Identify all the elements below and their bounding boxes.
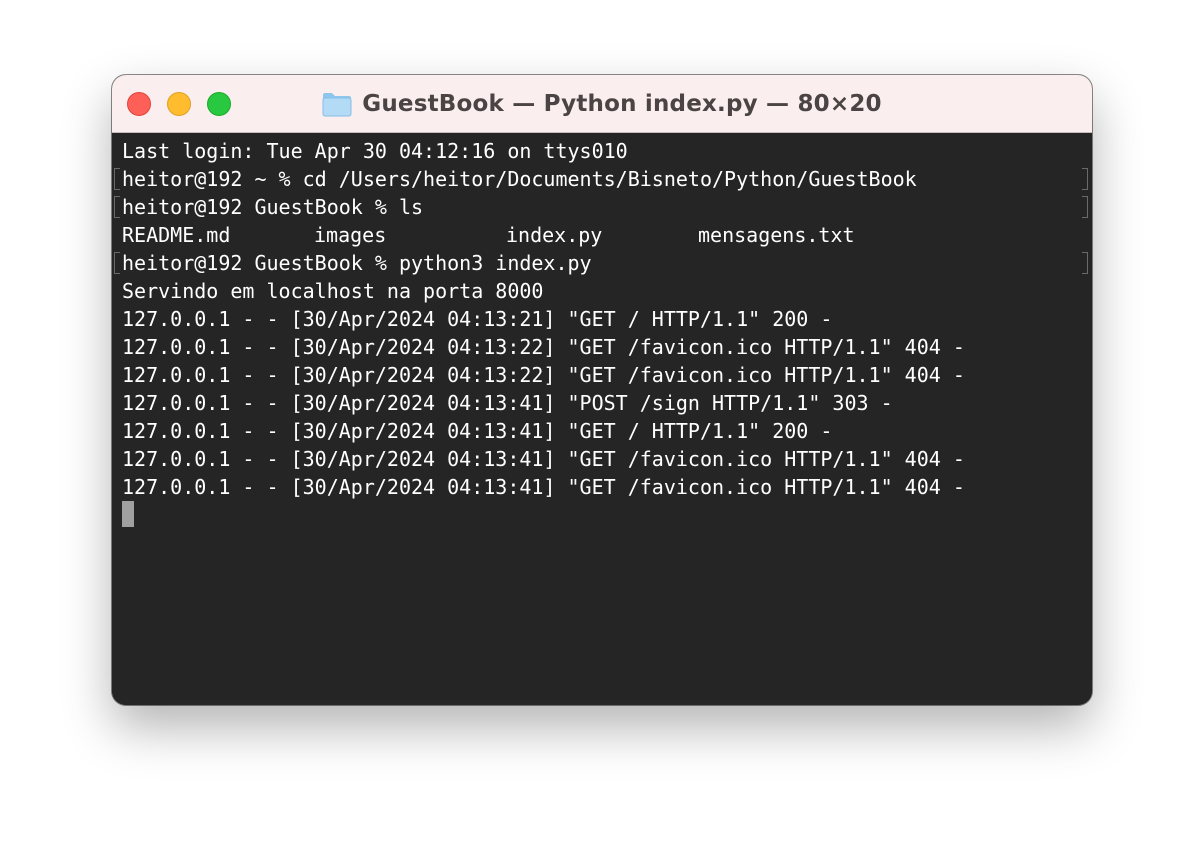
- log-line: 127.0.0.1 - - [30/Apr/2024 04:13:22] "GE…: [122, 335, 965, 359]
- terminal-line-prompt: heitor@192 GuestBook % python3 index.py: [122, 251, 592, 275]
- log-line: 127.0.0.1 - - [30/Apr/2024 04:13:21] "GE…: [122, 307, 833, 331]
- terminal-window: GuestBook — Python index.py — 80×20 Last…: [112, 75, 1092, 705]
- prompt-mark-left: [114, 168, 120, 190]
- prompt-mark-left: [114, 196, 120, 218]
- ls-entry: mensagens.txt: [698, 223, 855, 247]
- title-bar[interactable]: GuestBook — Python index.py — 80×20: [112, 75, 1092, 133]
- prompt-mark-right: [1082, 252, 1088, 274]
- terminal-line-prompt: heitor@192 GuestBook % ls: [122, 195, 424, 219]
- ls-entry: README.md: [122, 223, 231, 247]
- ls-entry: images: [314, 223, 387, 247]
- prompt-mark-left: [114, 252, 120, 274]
- log-line: 127.0.0.1 - - [30/Apr/2024 04:13:41] "GE…: [122, 419, 833, 443]
- log-line: 127.0.0.1 - - [30/Apr/2024 04:13:22] "GE…: [122, 363, 965, 387]
- window-title: GuestBook — Python index.py — 80×20: [362, 90, 882, 117]
- prompt-mark-right: [1082, 196, 1088, 218]
- window-title-group: GuestBook — Python index.py — 80×20: [112, 75, 1092, 132]
- terminal-line: Last login: Tue Apr 30 04:12:16 on ttys0…: [122, 139, 628, 163]
- log-line: 127.0.0.1 - - [30/Apr/2024 04:13:41] "GE…: [122, 447, 965, 471]
- folder-icon: [322, 92, 352, 116]
- log-line: 127.0.0.1 - - [30/Apr/2024 04:13:41] "GE…: [122, 475, 965, 499]
- text-cursor: [122, 501, 134, 527]
- log-line: 127.0.0.1 - - [30/Apr/2024 04:13:41] "PO…: [122, 391, 893, 415]
- terminal-output[interactable]: Last login: Tue Apr 30 04:12:16 on ttys0…: [112, 133, 1092, 705]
- ls-output-row: README.md images index.py mensagens.txt: [122, 221, 1022, 249]
- prompt-mark-right: [1082, 168, 1088, 190]
- terminal-line: Servindo em localhost na porta 8000: [122, 279, 544, 303]
- ls-entry: index.py: [506, 223, 603, 247]
- terminal-line-prompt: heitor@192 ~ % cd /Users/heitor/Document…: [122, 167, 917, 191]
